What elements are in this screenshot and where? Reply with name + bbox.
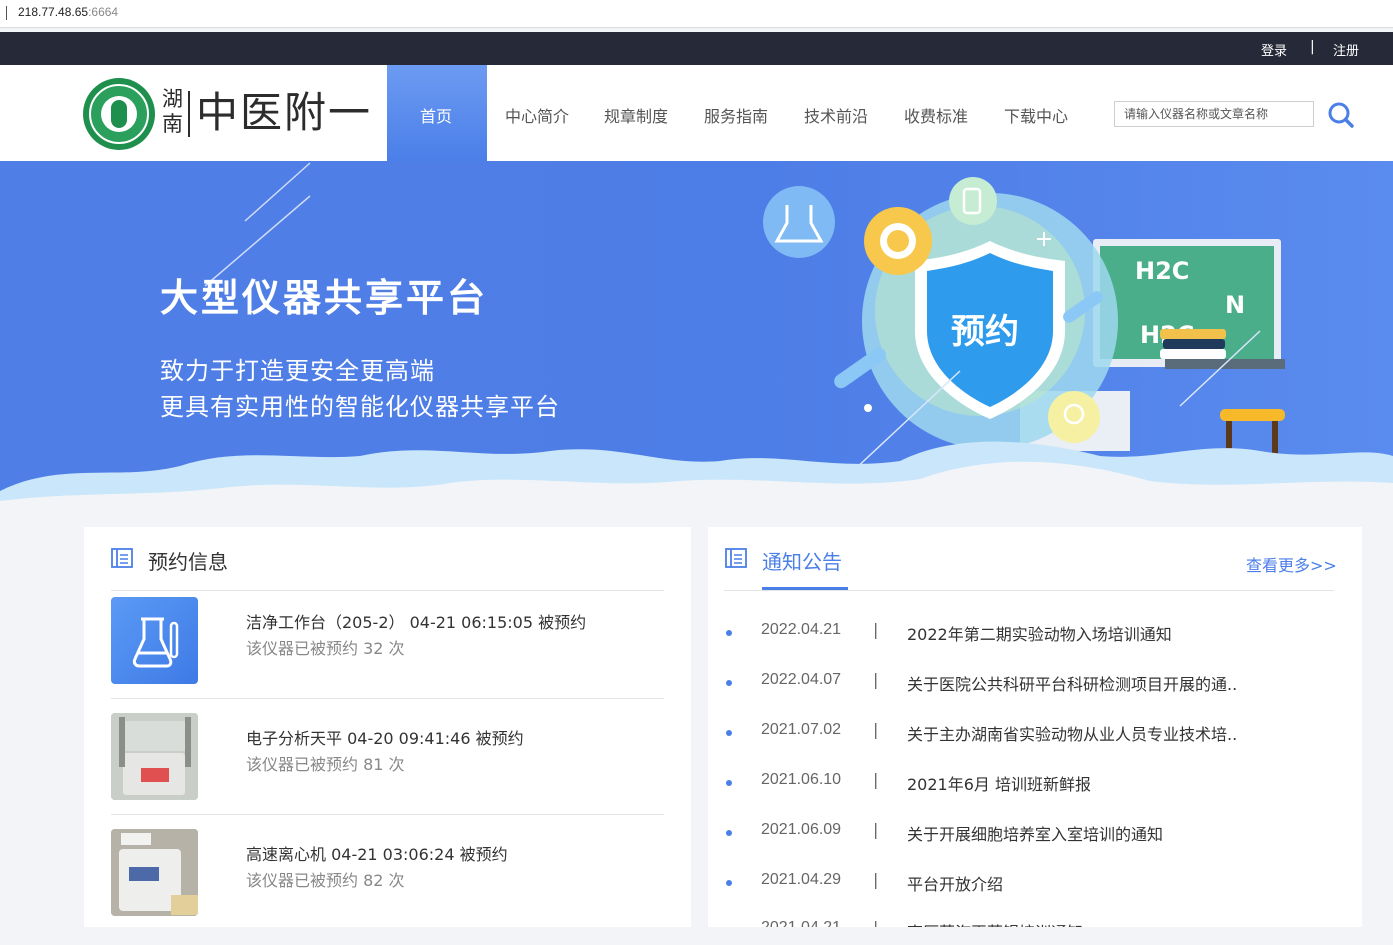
search-icon[interactable] <box>1327 101 1355 129</box>
reservation-divider <box>111 698 664 699</box>
hospital-emblem-logo[interactable] <box>83 78 155 150</box>
balance-photo <box>111 713 198 800</box>
notice-separator: | <box>873 620 879 639</box>
bullet-dot <box>726 830 732 836</box>
site-header: 湖南 中医附一 首页 中心简介 规章制度 服务指南 技术前沿 收费标准 下载中心 <box>0 65 1393 161</box>
document-list-icon <box>111 548 133 568</box>
reservation-divider <box>111 814 664 815</box>
text-caret <box>6 6 7 20</box>
notice-item[interactable]: 2021.04.29 | 平台开放介绍 <box>724 870 1324 901</box>
logo-name-text[interactable]: 中医附一 <box>196 87 372 139</box>
nav-download-center[interactable]: 下载中心 <box>1004 103 1068 127</box>
notice-card-title[interactable]: 通知公告 <box>762 546 842 575</box>
centrifuge-photo <box>111 829 198 916</box>
reservation-instrument-name[interactable]: 洁净工作台（205-2） 04-21 06:15:05 被预约 <box>246 609 586 633</box>
bullet-dot <box>726 780 732 786</box>
notice-separator: | <box>873 820 879 839</box>
nav-tech-frontier[interactable]: 技术前沿 <box>804 103 868 127</box>
logo-divider <box>188 91 190 137</box>
reservation-item[interactable]: 高速离心机 04-21 03:06:24 被预约 该仪器已被预约 82 次 <box>111 829 664 945</box>
hero-banner: H2C N H2C 预约 <box>0 161 1393 511</box>
url-text[interactable]: 218.77.48.65:6664 <box>18 5 118 19</box>
login-register-separator: | <box>1310 39 1315 55</box>
reservation-item[interactable]: 电子分析天平 04-20 09:41:46 被预约 该仪器已被预约 81 次 <box>111 713 664 829</box>
reservation-count: 该仪器已被预约 32 次 <box>246 639 405 658</box>
banner-illustration: H2C N H2C 预约 <box>0 162 1393 511</box>
notice-date: 2022.04.07 <box>761 671 842 688</box>
reservation-instrument-name[interactable]: 电子分析天平 04-20 09:41:46 被预约 <box>246 725 524 749</box>
notice-title[interactable]: 关于医院公共科研平台科研检测项目开展的通.. <box>907 671 1237 695</box>
bullet-dot <box>726 680 732 686</box>
notice-title[interactable]: 平台开放介绍 <box>907 871 1003 895</box>
reservation-item[interactable]: 洁净工作台（205-2） 04-21 06:15:05 被预约 该仪器已被预约 … <box>111 597 664 713</box>
notice-date: 2021.07.02 <box>761 721 842 738</box>
notice-date: 2021.06.09 <box>761 821 842 838</box>
view-more-link[interactable]: 查看更多>> <box>1246 552 1337 576</box>
nav-home-label: 首页 <box>420 107 453 126</box>
bullet-dot <box>726 730 732 736</box>
nav-service-guide[interactable]: 服务指南 <box>704 103 768 127</box>
reservation-title-divider <box>111 590 664 591</box>
notice-item[interactable]: 2021.06.10 | 2021年6月 培训班新鲜报 <box>724 770 1324 801</box>
notice-separator: | <box>873 720 879 739</box>
notice-item[interactable]: 2021.06.09 | 关于开展细胞培养室入室培训的通知 <box>724 820 1324 851</box>
flask-icon <box>111 597 198 684</box>
notice-title-divider <box>724 590 1334 591</box>
search-input[interactable] <box>1114 101 1314 127</box>
banner-subtitle-1: 致力于打造更安全更高端 <box>160 357 435 385</box>
notice-title-underline <box>762 587 848 590</box>
notice-separator: | <box>873 919 878 927</box>
nav-center-intro[interactable]: 中心简介 <box>505 103 569 127</box>
bullet-dot <box>726 880 732 886</box>
shield-reserve-text: 预约 <box>951 312 1019 352</box>
notice-separator: | <box>873 870 879 889</box>
nav-home[interactable]: 首页 <box>387 65 487 161</box>
reservation-card-title: 预约信息 <box>148 550 228 574</box>
top-strip: 登录 | 注册 <box>0 32 1393 65</box>
nav-regulations[interactable]: 规章制度 <box>604 103 668 127</box>
notice-title[interactable]: 关于开展细胞培养室入室培训的通知 <box>907 821 1163 845</box>
board-text-h2c: H2C <box>1135 257 1189 285</box>
document-list-icon <box>725 548 747 568</box>
notice-separator: | <box>873 670 879 689</box>
url-host: 218.77.48.65 <box>18 5 89 19</box>
banner-title: 大型仪器共享平台 <box>160 276 489 320</box>
banner-subtitle-2: 更具有实用性的智能化仪器共享平台 <box>160 393 560 421</box>
notice-date: 2021.04.29 <box>761 871 842 888</box>
reservation-instrument-name[interactable]: 高速离心机 04-21 03:06:24 被预约 <box>246 841 508 865</box>
bullet-dot <box>726 630 732 636</box>
browser-address-bar[interactable]: 218.77.48.65:6664 <box>0 0 1393 28</box>
login-link[interactable]: 登录 <box>1261 40 1287 59</box>
reservation-count: 该仪器已被预约 81 次 <box>246 755 405 774</box>
register-link[interactable]: 注册 <box>1333 40 1359 59</box>
notice-item[interactable]: 2022.04.21 | 2022年第二期实验动物入场培训通知 <box>724 620 1324 651</box>
nav-fee-standard[interactable]: 收费标准 <box>904 103 968 127</box>
notice-date: 2022.04.21 <box>761 621 842 638</box>
notice-item[interactable]: 2021.07.02 | 关于主办湖南省实验动物从业人员专业技术培.. <box>724 720 1324 751</box>
notice-separator: | <box>873 770 879 789</box>
notice-title[interactable]: 关于主办湖南省实验动物从业人员专业技术培.. <box>907 721 1237 745</box>
reservation-count: 该仪器已被预约 82 次 <box>246 871 405 890</box>
notice-title[interactable]: 2022年第二期实验动物入场培训通知 <box>907 621 1172 645</box>
board-text-n: N <box>1225 291 1245 319</box>
notice-date: 2021.04.21 <box>761 919 841 927</box>
notice-item[interactable]: 2021.04.21 | 高压蒸汽灭菌锅培训通知 <box>724 919 1324 927</box>
logo-province-text: 湖南 <box>162 87 183 136</box>
notice-date: 2021.06.10 <box>761 771 842 788</box>
notice-title[interactable]: 2021年6月 培训班新鲜报 <box>907 771 1091 795</box>
url-port: :6664 <box>88 5 119 19</box>
notice-item[interactable]: 2022.04.07 | 关于医院公共科研平台科研检测项目开展的通.. <box>724 670 1324 701</box>
notice-title[interactable]: 高压蒸汽灭菌锅培训通知 <box>907 919 1083 927</box>
